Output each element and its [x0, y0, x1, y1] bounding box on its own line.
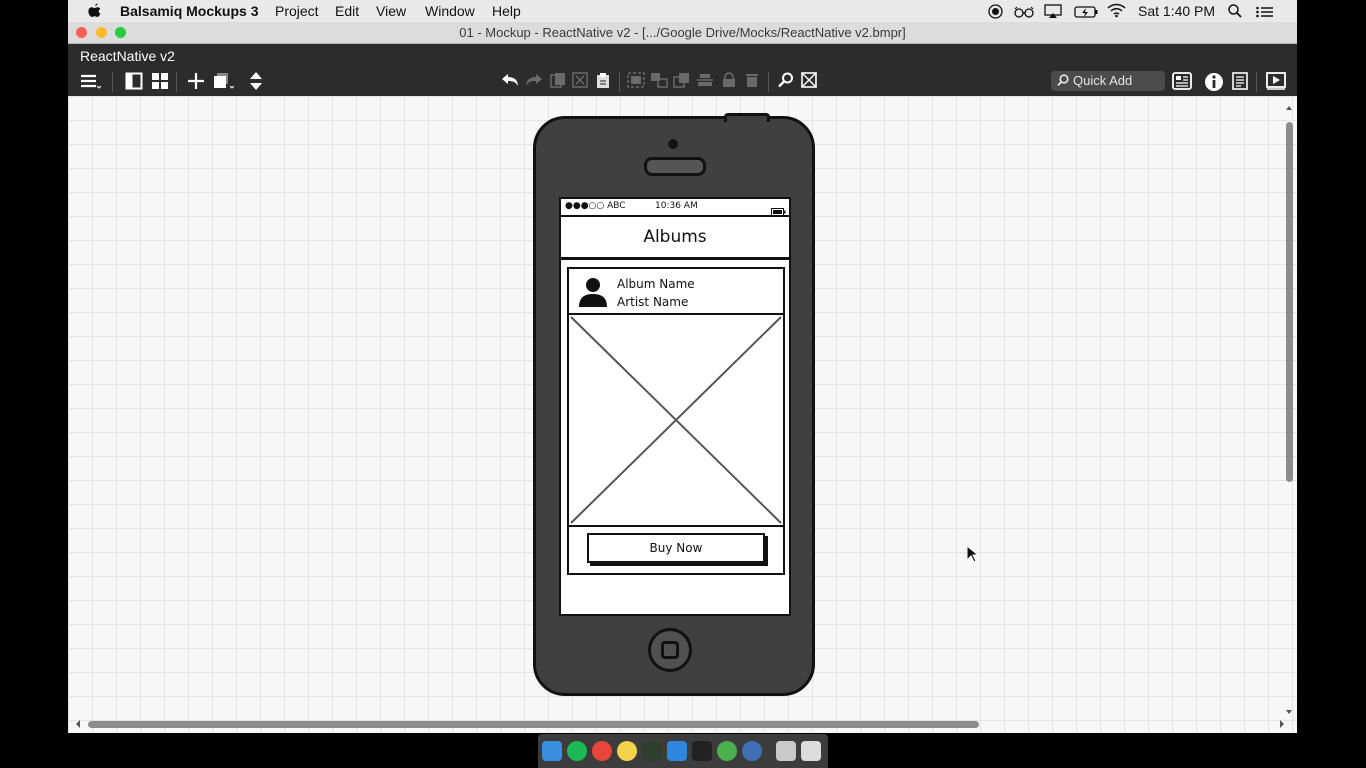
- app-name-menu[interactable]: Balsamiq Mockups 3: [120, 3, 259, 19]
- duplicate-icon[interactable]: [213, 72, 235, 92]
- home-button: [648, 628, 692, 672]
- bring-forward-icon[interactable]: [671, 72, 693, 92]
- delete-icon[interactable]: [741, 72, 763, 92]
- spotify-icon[interactable]: [567, 741, 587, 761]
- project-name: ReactNative v2: [80, 48, 175, 64]
- user-avatar-icon: [579, 277, 607, 312]
- lock-icon[interactable]: [718, 72, 740, 92]
- toolbar-separator: [176, 72, 177, 92]
- trash-icon[interactable]: [801, 741, 821, 761]
- window-title: 01 - Mockup - ReactNative v2 - [.../Goog…: [459, 25, 906, 40]
- ui-library-icon[interactable]: [1171, 72, 1193, 92]
- menu-edit[interactable]: Edit: [335, 3, 359, 19]
- find-icon[interactable]: [775, 72, 797, 92]
- vertical-scroll-thumb[interactable]: [1286, 122, 1293, 482]
- album-card: Album Name Artist Name Buy Now: [567, 267, 785, 575]
- battery-icon[interactable]: [1074, 5, 1098, 21]
- search-icon: [1057, 71, 1069, 97]
- activity-monitor-icon[interactable]: [642, 741, 662, 761]
- wifi-icon[interactable]: [1107, 3, 1126, 21]
- album-header: Album Name Artist Name: [569, 269, 783, 315]
- network-app-icon[interactable]: [717, 741, 737, 761]
- clock-text[interactable]: Sat 1:40 PM: [1138, 3, 1215, 19]
- mouse-cursor-icon: [966, 544, 980, 568]
- artist-name: Artist Name: [617, 295, 689, 309]
- copy-icon[interactable]: [547, 72, 569, 92]
- record-icon[interactable]: [988, 4, 1003, 22]
- airplay-icon[interactable]: [1044, 4, 1062, 21]
- emoji-app-icon[interactable]: [617, 741, 637, 761]
- quick-add-input[interactable]: Quick Add: [1051, 71, 1165, 91]
- menu-project[interactable]: Project: [275, 3, 319, 19]
- notification-center-icon[interactable]: [1256, 5, 1274, 21]
- arrange-order-icon[interactable]: [245, 72, 267, 92]
- menu-window[interactable]: Window: [425, 3, 475, 19]
- menu-view[interactable]: View: [376, 3, 406, 19]
- align-icon[interactable]: [694, 72, 716, 92]
- macos-dock: [538, 734, 828, 768]
- status-time: 10:36 AM: [655, 201, 698, 211]
- apple-menu-icon[interactable]: [88, 3, 101, 21]
- power-button: [724, 113, 770, 122]
- album-image-placeholder: [569, 315, 783, 527]
- xcode-icon[interactable]: [667, 741, 687, 761]
- terminal-icon[interactable]: [692, 741, 712, 761]
- add-icon[interactable]: [185, 72, 207, 92]
- documents-folder-icon[interactable]: [776, 741, 796, 761]
- cut-icon[interactable]: [569, 72, 591, 92]
- macos-menu-bar: Balsamiq Mockups 3 Project Edit View Win…: [68, 0, 1297, 23]
- menu-help[interactable]: Help: [492, 3, 521, 19]
- paste-icon[interactable]: [592, 72, 614, 92]
- grid-view-icon[interactable]: [149, 72, 171, 92]
- horizontal-scroll-thumb[interactable]: [88, 721, 979, 728]
- toolbar-separator: [768, 72, 769, 92]
- iphone-mockup[interactable]: ●●●○○ ABC 10:36 AM Albums Album Name Art…: [533, 113, 815, 696]
- group-icon[interactable]: [625, 72, 647, 92]
- quick-add-label: Quick Add: [1073, 73, 1133, 88]
- nav-title: Albums: [643, 227, 707, 247]
- window-title-bar: 01 - Mockup - ReactNative v2 - [.../Goog…: [68, 22, 1297, 44]
- info-icon[interactable]: [1203, 72, 1225, 92]
- image-placeholder-icon[interactable]: [798, 72, 820, 92]
- mockup-canvas[interactable]: ●●●○○ ABC 10:36 AM Albums Album Name Art…: [68, 96, 1297, 733]
- toolbar-separator: [1256, 72, 1257, 92]
- app-toolbar: ReactNative v2 Quick Add: [68, 44, 1297, 96]
- ungroup-icon[interactable]: [648, 72, 670, 92]
- camera-icon: [668, 139, 678, 149]
- buy-now-label: Buy Now: [649, 541, 703, 555]
- chrome-icon[interactable]: [592, 741, 612, 761]
- carrier-signal: ●●●○○ ABC: [565, 201, 626, 211]
- finder-icon[interactable]: [542, 741, 562, 761]
- toolbar-separator: [112, 72, 113, 92]
- redo-icon[interactable]: [523, 72, 545, 92]
- album-name: Album Name: [617, 277, 695, 291]
- hamburger-menu-icon[interactable]: [79, 72, 102, 92]
- panel-toggle-icon[interactable]: [123, 72, 145, 92]
- phone-screen: ●●●○○ ABC 10:36 AM Albums Album Name Art…: [559, 197, 791, 616]
- speaker-icon: [644, 157, 706, 176]
- status-bar: ●●●○○ ABC 10:36 AM: [561, 199, 789, 217]
- properties-panel-icon[interactable]: [1229, 72, 1251, 92]
- glasses-icon[interactable]: [1014, 5, 1034, 21]
- toolbar-separator: [619, 72, 620, 92]
- spotlight-search-icon[interactable]: [1228, 4, 1242, 21]
- undo-icon[interactable]: [499, 72, 521, 92]
- navigation-bar: Albums: [561, 217, 789, 260]
- buy-now-button[interactable]: Buy Now: [587, 533, 765, 563]
- browser-app-icon[interactable]: [742, 741, 762, 761]
- presentation-mode-icon[interactable]: [1265, 72, 1287, 92]
